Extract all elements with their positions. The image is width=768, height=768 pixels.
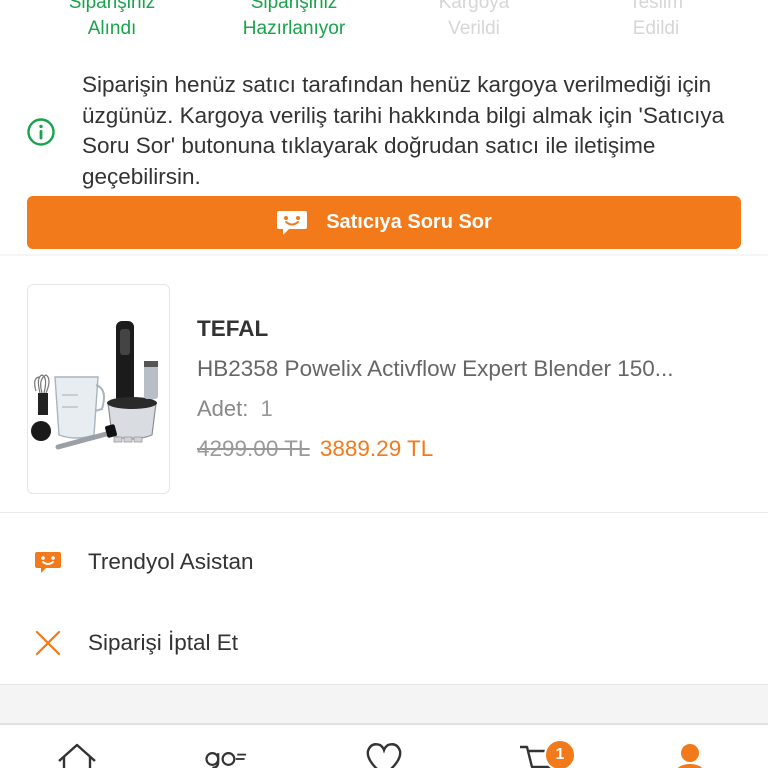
product-image[interactable] bbox=[27, 284, 170, 494]
step-label-line1: Teslim bbox=[629, 0, 683, 13]
info-text: Siparişin henüz satıcı tarafından henüz … bbox=[82, 72, 725, 189]
close-x-icon bbox=[35, 630, 61, 656]
step-label-line2: Hazırlanıyor bbox=[242, 18, 346, 39]
step-label-line1: Siparişiniz bbox=[250, 0, 338, 13]
discounted-price: 3889.29 TL bbox=[319, 436, 434, 461]
trendyol-go-icon[interactable] bbox=[205, 739, 249, 768]
assistant-chat-icon bbox=[35, 552, 61, 573]
ask-seller-button[interactable]: Satıcıya Soru Sor bbox=[27, 196, 741, 249]
ask-seller-label: Satıcıya Soru Sor bbox=[326, 211, 492, 233]
heart-icon[interactable] bbox=[362, 739, 406, 768]
section-spacer bbox=[0, 684, 768, 724]
blender-set-image bbox=[31, 321, 158, 450]
old-price: 4299.00 TL bbox=[197, 436, 310, 461]
product-card[interactable]: TEFAL HB2358 Powelix Activflow Expert Bl… bbox=[0, 256, 768, 512]
step-label-line1: Siparişiniz bbox=[68, 0, 156, 13]
product-quantity: Adet: 1 bbox=[197, 396, 273, 422]
step-label-line2: Alındı bbox=[87, 18, 137, 39]
quantity-label: Adet: bbox=[197, 396, 249, 421]
product-brand: TEFAL bbox=[197, 316, 269, 341]
product-prices: 4299.00 TL 3889.29 TL bbox=[197, 436, 433, 462]
cancel-order-label: Siparişi İptal Et bbox=[88, 630, 239, 655]
divider bbox=[0, 512, 768, 513]
order-progress-steps: Siparişiniz Alındı Siparişiniz Hazırlanı… bbox=[0, 0, 768, 60]
cancel-order-action[interactable]: Siparişi İptal Et bbox=[0, 603, 768, 683]
step-label-line2: Verildi bbox=[448, 18, 500, 39]
account-icon[interactable] bbox=[668, 739, 712, 768]
step-label-line2: Edildi bbox=[632, 18, 680, 39]
chat-bubble-icon bbox=[277, 210, 308, 235]
home-icon[interactable] bbox=[55, 739, 99, 768]
trendyol-assistant-label: Trendyol Asistan bbox=[88, 549, 254, 574]
trendyol-assistant-action[interactable]: Trendyol Asistan bbox=[0, 522, 768, 602]
cart-count-badge: 1 bbox=[544, 739, 576, 768]
step-order-received: Siparişiniz Alındı bbox=[22, 0, 202, 42]
info-circle-icon bbox=[27, 118, 55, 146]
product-name[interactable]: HB2358 Powelix Activflow Expert Blender … bbox=[197, 356, 737, 382]
bottom-navigation bbox=[0, 724, 768, 768]
step-label-line1: Kargoya bbox=[438, 0, 510, 13]
step-order-preparing: Siparişiniz Hazırlanıyor bbox=[204, 0, 384, 42]
quantity-value: 1 bbox=[260, 396, 273, 421]
step-shipped: Kargoya Verildi bbox=[384, 0, 564, 42]
step-delivered: Teslim Edildi bbox=[566, 0, 746, 42]
shipping-info-message: Siparişin henüz satıcı tarafından henüz … bbox=[0, 68, 768, 194]
